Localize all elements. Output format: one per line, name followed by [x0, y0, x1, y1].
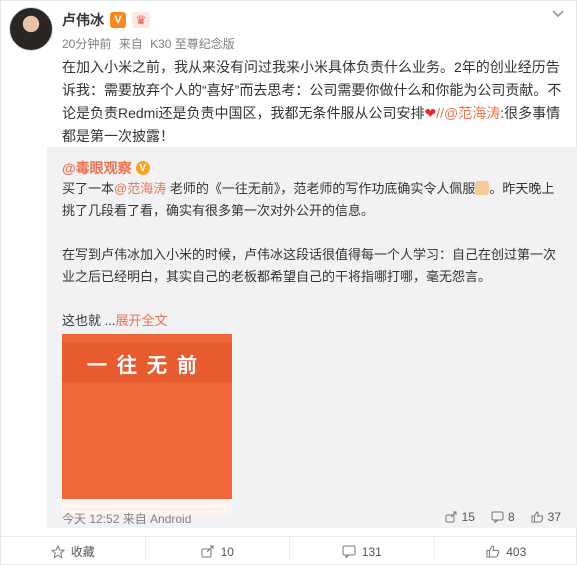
original-time-source[interactable]: 今天 12:52 来自 Android [62, 510, 191, 527]
original-like-stat[interactable]: 37 [531, 510, 561, 524]
comment-count: 131 [361, 544, 382, 559]
book-title: 一往无前 [87, 355, 207, 377]
expand-full-text-link[interactable]: 展开全文 [115, 313, 167, 328]
like-count: 403 [506, 544, 527, 559]
original-paragraph-2: 在写到卢伟冰加入小米的时候，卢伟冰这段话很值得每一个人学习：自己在创过第一次业之… [62, 247, 557, 284]
post-body: 在加入小米之前，我从来没有问过我来小米具体负责什么业务。2年的创业经历告诉我：需… [62, 56, 568, 148]
share-icon [445, 511, 457, 523]
book-cover-image[interactable]: 一往无前 [62, 334, 232, 515]
like-icon [486, 545, 500, 558]
original-footer: 今天 12:52 来自 Android 15 8 37 [62, 510, 567, 528]
original-author-row: @毒眼观察 V [62, 158, 150, 178]
member-crown-icon[interactable]: ♛ [132, 12, 150, 28]
original-text: 买了一本@范海涛 老师的《一往无前》，范老师的写作功底确实令人佩服 。昨天晚上挑了… [62, 178, 567, 332]
favorite-button[interactable]: 收藏 [1, 537, 146, 565]
post-meta: 20分钟前 来自 K30 至尊纪念版 [62, 35, 239, 52]
thumbs-up-emoji-icon [475, 181, 490, 195]
original-comment-stat[interactable]: 8 [491, 510, 515, 524]
comment-icon [491, 511, 504, 523]
comment-icon [342, 545, 356, 558]
post-source[interactable]: K30 至尊纪念版 [150, 37, 235, 51]
original-share-count: 15 [461, 510, 475, 524]
comment-button[interactable]: 131 [290, 537, 435, 565]
more-options-icon[interactable] [550, 7, 566, 21]
para1-text-a: 买了一本 [62, 181, 115, 196]
author-name-row: 卢伟冰 V ♛ [62, 8, 150, 32]
source-prefix: 来自 [118, 37, 143, 51]
star-icon [50, 544, 65, 559]
original-mention-link[interactable]: @范海涛 [114, 181, 166, 196]
share-count: 10 [220, 544, 234, 559]
para1-text-b: 老师的《一往无前》，范老师的写作功底确实令人佩服 [166, 181, 476, 196]
author-avatar[interactable] [9, 7, 53, 51]
original-paragraph-3: 这也就 ...展开全文 [62, 310, 567, 332]
repost-separator: // [436, 105, 444, 121]
like-icon [531, 511, 543, 523]
action-toolbar: 收藏 10 131 403 [1, 536, 577, 565]
original-like-count: 37 [547, 510, 561, 524]
original-comment-count: 8 [507, 510, 515, 524]
original-paragraph-1: 买了一本@范海涛 老师的《一往无前》，范老师的写作功底确实令人佩服 。昨天晚上挑了… [62, 178, 567, 222]
like-button[interactable]: 403 [435, 537, 577, 565]
verified-v-icon[interactable]: V [110, 12, 126, 28]
post-time[interactable]: 20分钟前 [62, 37, 111, 51]
verified-v-icon: V [135, 161, 150, 175]
para3-text: 这也就 ... [62, 313, 116, 328]
heart-icon: ❤ [424, 105, 437, 121]
weibo-post-card: 卢伟冰 V ♛ 20分钟前 来自 K30 至尊纪念版 在加入小米之前，我从来没有… [0, 0, 577, 565]
original-share-stat[interactable]: 15 [445, 510, 475, 524]
share-button[interactable]: 10 [146, 537, 290, 565]
original-stats: 15 8 37 [445, 510, 561, 524]
original-author-name[interactable]: @毒眼观察 [62, 158, 132, 178]
share-icon [201, 545, 214, 558]
favorite-label: 收藏 [70, 545, 95, 559]
author-name[interactable]: 卢伟冰 [62, 10, 104, 30]
mention-link[interactable]: @范海涛 [444, 105, 500, 121]
reposted-content[interactable]: @毒眼观察 V 买了一本@范海涛 老师的《一往无前》，范老师的写作功底确实令人佩… [47, 147, 577, 528]
